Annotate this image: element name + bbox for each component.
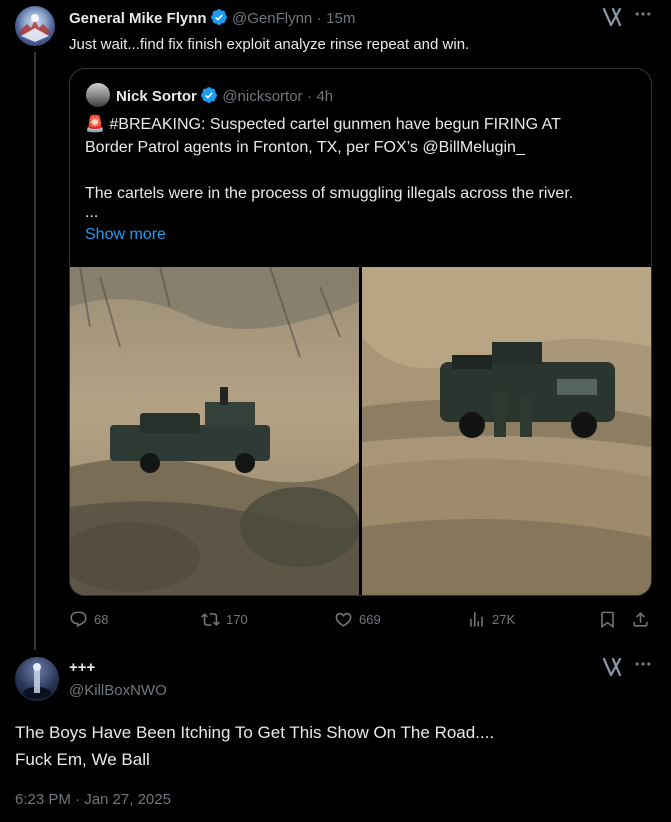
quote-author-name[interactable]: Nick Sortor [116, 88, 197, 105]
reply-action[interactable]: 68 [69, 608, 108, 630]
grok-icon[interactable] [601, 7, 623, 27]
quote-avatar[interactable] [86, 83, 110, 107]
media-image-left[interactable] [70, 267, 359, 595]
like-action[interactable]: 669 [334, 608, 381, 630]
quote-line-1: #BREAKING: Suspected cartel gunmen have … [109, 116, 561, 133]
reply-text-line-1: The Boys Have Been Itching To Get This S… [15, 723, 495, 742]
reply-count: 68 [94, 611, 109, 627]
media-image-right[interactable] [362, 267, 651, 595]
views-count: 27K [492, 611, 516, 627]
quote-author-handle[interactable]: @nicksortor [222, 88, 302, 105]
bookmark-action[interactable] [598, 608, 617, 630]
avatar[interactable] [15, 6, 55, 46]
reply-text-line-2: Fuck Em, We Ball [15, 750, 150, 769]
author-name[interactable]: General Mike Flynn [69, 10, 207, 27]
avatar[interactable] [15, 657, 59, 701]
separator: · [316, 10, 322, 27]
reply-author-name[interactable]: +++ [69, 659, 95, 676]
quote-text: 🚨 #BREAKING: Suspected cartel gunmen hav… [85, 113, 635, 221]
quote-header: Nick Sortor @nicksortor · 4h [116, 86, 333, 109]
repost-icon [201, 612, 220, 626]
tweet-header: General Mike Flynn @GenFlynn · 15m [69, 8, 355, 31]
time-ago[interactable]: 15m [326, 10, 355, 27]
author-handle[interactable]: @GenFlynn [232, 10, 312, 27]
show-more-link[interactable]: Show more [85, 226, 166, 244]
more-horizontal-icon[interactable] [631, 4, 655, 28]
grok-icon[interactable] [601, 657, 623, 677]
more-horizontal-icon[interactable] [631, 654, 655, 678]
media-grid [70, 267, 651, 595]
bookmark-icon [601, 611, 614, 628]
separator: · [307, 88, 313, 105]
views-action[interactable]: 27K [467, 608, 515, 630]
repost-action[interactable]: 170 [201, 608, 248, 630]
verified-badge-icon [210, 8, 228, 31]
reply-timestamp[interactable]: 6:23 PM · Jan 27, 2025 [15, 791, 171, 808]
thread-line [34, 52, 36, 650]
repost-count: 170 [226, 611, 248, 627]
quoted-tweet[interactable]: Nick Sortor @nicksortor · 4h 🚨 #BREAKING… [69, 68, 652, 596]
tweet-text: Just wait...find fix finish exploit anal… [69, 36, 470, 53]
siren-emoji: 🚨 [85, 116, 105, 133]
reply-icon [70, 611, 87, 627]
quote-line-2: Border Patrol agents in Fronton, TX, per… [85, 139, 525, 156]
views-icon [470, 611, 483, 627]
reply-author-handle[interactable]: @KillBoxNWO [69, 682, 167, 699]
quote-time-ago[interactable]: 4h [316, 88, 333, 105]
like-icon [335, 612, 352, 627]
share-icon [633, 611, 648, 627]
share-action[interactable] [631, 608, 650, 630]
quote-line-3: The cartels were in the process of smugg… [85, 185, 574, 202]
like-count: 669 [359, 611, 381, 627]
verified-badge-icon [200, 86, 218, 109]
quote-ellipsis: ... [85, 204, 99, 221]
